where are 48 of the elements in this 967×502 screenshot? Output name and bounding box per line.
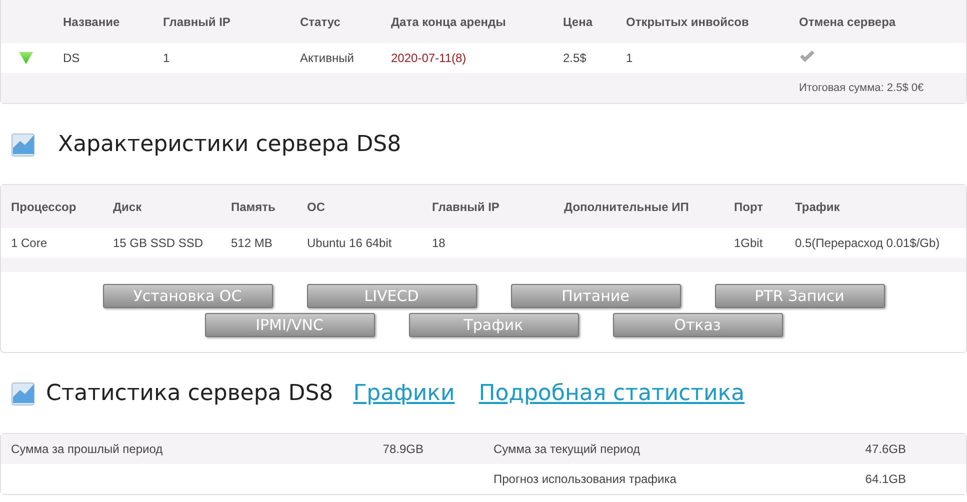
column-header: Статус (300, 0, 391, 43)
triangle-icon[interactable] (19, 52, 33, 64)
table-cell: 1 (163, 43, 300, 73)
stat-value: 47.6GB (724, 434, 966, 464)
column-header: Главный IP (422, 185, 554, 228)
table-cell: 512 MB (231, 236, 272, 250)
link[interactable]: Графики (353, 380, 455, 406)
column-header: Дополнительные ИП (554, 185, 724, 228)
total-text: Итоговая сумма: 2.5$ 0€ (799, 73, 966, 103)
stat-value: 78.9GB (242, 434, 484, 464)
action-button[interactable]: Отказ (612, 313, 782, 337)
column-header: Порт (724, 185, 785, 228)
table-cell: 1 Core (11, 236, 48, 250)
link[interactable]: Подробная статистика (478, 380, 745, 406)
stat-label: Сумма за текущий период (484, 434, 725, 464)
section-title: Статистика сервера DS8 (46, 380, 334, 406)
column-header: Дата конца аренды (391, 0, 563, 43)
table-cell: DS (63, 43, 163, 73)
stat-value: 64.1GB (724, 464, 966, 494)
column-header: Трафик (785, 185, 966, 228)
action-button[interactable]: PTR Записи (714, 284, 884, 308)
table-cell: 2020-07-11(8) (391, 43, 563, 73)
stat-label: Прогноз использования трафика (484, 464, 725, 494)
table-cell: Активный (300, 43, 391, 73)
column-header: Главный IP (163, 0, 300, 43)
column-header: ОС (297, 185, 422, 228)
column-header: Диск (103, 185, 221, 228)
table-cell: 18 (432, 236, 446, 250)
column-header: Цена (563, 0, 626, 43)
table-cell: 0.5(Перерасход 0.01$/Gb) (795, 236, 940, 250)
action-button[interactable]: IPMI/VNC (204, 313, 374, 337)
table-cell: 1 (626, 43, 799, 73)
stat-label: Сумма за прошлый период (1, 434, 242, 464)
table-cell: 15 GB SSD SSD (113, 236, 204, 250)
column-header: Процессор (1, 185, 103, 228)
column-header: Открытых инвойсов (626, 0, 799, 43)
action-button[interactable]: Трафик (408, 313, 578, 337)
checkmark-icon[interactable] (799, 50, 815, 63)
table-cell: 2.5$ (563, 43, 626, 73)
table-cell: 1Gbit (734, 236, 763, 250)
column-header: Отмена сервера (799, 0, 966, 43)
column-header: Память (221, 185, 297, 228)
section-title: Характеристики сервера DS8 (58, 132, 402, 156)
table-cell: Ubuntu 16 64bit (307, 236, 392, 250)
action-button[interactable]: Установка ОС (102, 284, 272, 308)
action-button[interactable]: Питание (510, 284, 680, 308)
column-header: Название (63, 0, 163, 43)
action-button[interactable]: LIVECD (306, 284, 476, 308)
